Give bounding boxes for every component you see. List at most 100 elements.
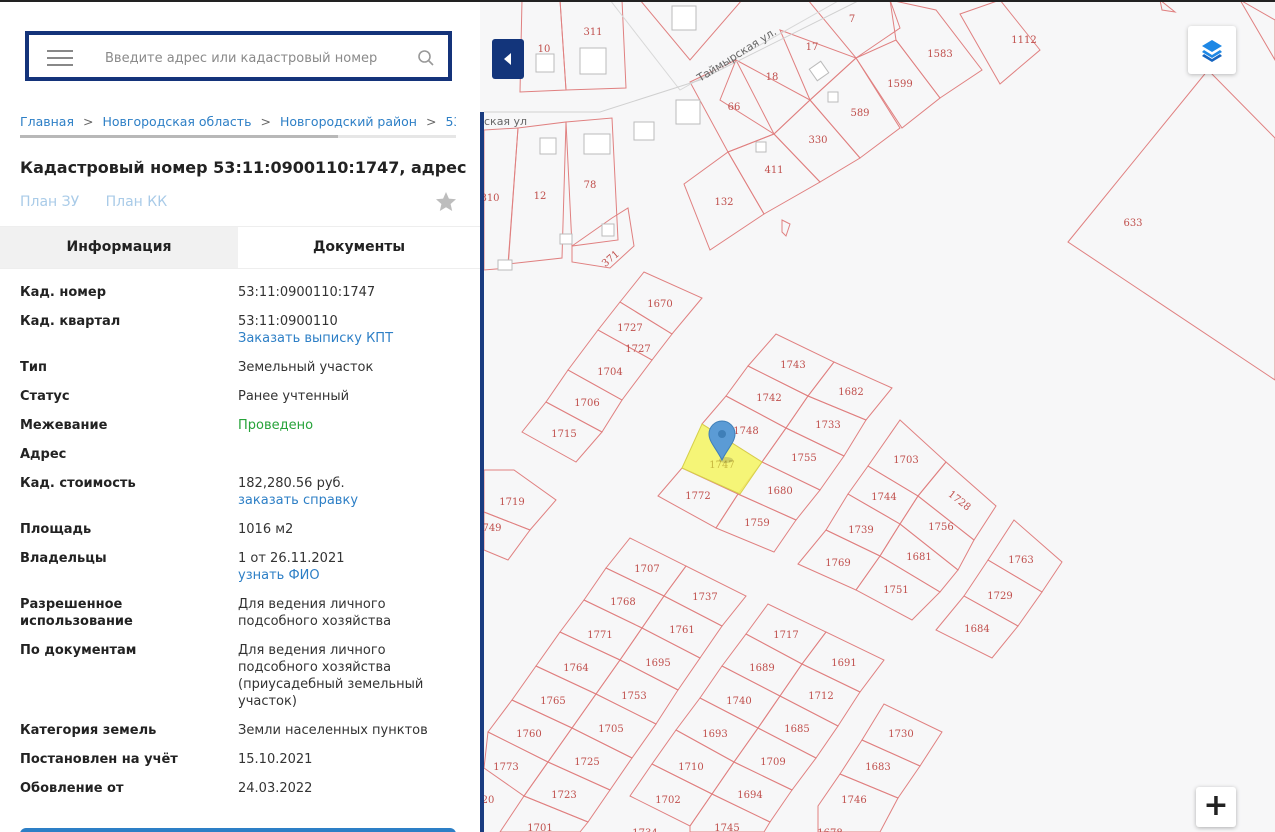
hamburger-icon[interactable] (47, 50, 73, 68)
parcel-label: 1710 (678, 762, 703, 773)
breadcrumb-item-region[interactable]: Новгородская область (102, 114, 251, 129)
parcel-label: 1683 (865, 762, 890, 773)
parcel-7 (807, 0, 901, 59)
breadcrumb-item-quarter[interactable]: 53:11:0900110 (445, 114, 456, 129)
row-value: Для ведения личного подсобного хозяйства… (238, 643, 424, 709)
parcel-label: 1764 (563, 663, 588, 674)
parcel-label: 1599 (887, 79, 912, 90)
parcel-label: 1740 (726, 696, 751, 707)
panel-divider (480, 112, 484, 832)
plus-icon: + (1203, 788, 1229, 823)
owner-name-link[interactable]: узнать ФИО (238, 567, 460, 584)
info-row-status: Статус Ранее учтенный (20, 388, 460, 405)
parcel-label: 1682 (838, 387, 863, 398)
parcel-label: 1583 (927, 49, 952, 60)
parcel-label: 1734 (632, 828, 657, 832)
page-title: Кадастровый номер 53:11:0900110:1747, ад… (20, 158, 467, 177)
parcel-label: 1695 (645, 658, 670, 669)
row-label: Тип (20, 360, 47, 375)
order-button[interactable] (20, 828, 456, 832)
plan-kk-link[interactable]: План КК (106, 194, 168, 210)
info-row-cad-cost: Кад. стоимость 182,280.56 руб. заказать с… (20, 475, 460, 509)
tab-info[interactable]: Информация (0, 227, 238, 268)
info-row-type: Тип Земельный участок (20, 359, 460, 376)
parcel-label: 1703 (893, 455, 918, 466)
parcel-label: 1706 (574, 398, 599, 409)
layers-icon (1202, 40, 1222, 62)
breadcrumb-item-district[interactable]: Новгородский район (280, 114, 417, 129)
parcel-749 (483, 511, 531, 561)
parcel-label: 1742 (756, 393, 781, 404)
parcel-label: 1704 (597, 367, 622, 378)
plan-zu-link[interactable]: План ЗУ (20, 194, 79, 210)
breadcrumb-scrollbar[interactable] (20, 135, 456, 138)
parcel-label: 1727 (617, 323, 642, 334)
parcel-label: 311 (583, 27, 602, 38)
parcel-label: 1705 (598, 724, 623, 735)
parcel-label: 1751 (883, 585, 908, 596)
row-label: Постановлен на учёт (20, 752, 178, 767)
info-tabs: Информация Документы (0, 226, 480, 269)
zoom-in-button[interactable]: + (1196, 787, 1236, 827)
parcel-label: 18 (766, 72, 779, 83)
row-label: Адрес (20, 447, 67, 462)
row-value: 1016 м2 (238, 522, 294, 537)
parcel-label: 17 (806, 42, 819, 53)
tab-documents[interactable]: Документы (238, 227, 480, 268)
row-value: Для ведения личного подсобного хозяйства (238, 597, 392, 629)
parcel-label: 1701 (527, 823, 552, 832)
order-certificate-link[interactable]: заказать справку (238, 492, 460, 509)
info-row-survey: Межевание Проведено (20, 417, 460, 434)
parcel-label: 1715 (551, 429, 576, 440)
info-list: Кад. номер 53:11:0900110:1747 Кад. кварт… (20, 284, 460, 809)
street-label-partial: ская ул (484, 115, 527, 128)
row-label: Кад. номер (20, 285, 107, 300)
plan-links: План ЗУ План КК (20, 194, 189, 210)
top-border (0, 0, 1275, 2)
parcel-label: 1759 (744, 518, 769, 529)
chevron-left-icon (504, 53, 511, 65)
parcel-label: 1761 (669, 625, 694, 636)
search-bar (25, 31, 452, 81)
parcel-label: 1729 (987, 591, 1012, 602)
parcel-label: 1719 (499, 497, 524, 508)
parcel-label: 1727 (625, 344, 650, 355)
row-value: 1 от 26.11.2021 (238, 551, 345, 566)
parcel-label: 1765 (540, 696, 565, 707)
parcel-311 (559, 0, 627, 91)
breadcrumb-separator: > (83, 114, 94, 129)
row-label: Категория земель (20, 723, 157, 738)
row-value: Ранее учтенный (238, 389, 350, 404)
parcel-label: 1743 (780, 360, 805, 371)
parcel-label: 1678 (817, 828, 842, 832)
row-label: Обовление от (20, 781, 124, 796)
layers-button[interactable] (1188, 26, 1236, 74)
parcel-label: 633 (1123, 218, 1142, 229)
row-label: Кад. квартал (20, 314, 121, 329)
parcel-label: 66 (728, 102, 741, 113)
breadcrumb-separator: > (260, 114, 271, 129)
row-value: 53:11:0900110:1747 (238, 285, 376, 300)
info-panel: Главная > Новгородская область > Новгородски… (0, 0, 480, 832)
info-row-address: Адрес (20, 446, 460, 463)
order-kpt-link[interactable]: Заказать выписку КПТ (238, 330, 460, 347)
collapse-panel-button[interactable] (492, 39, 524, 79)
parcel-label: 1707 (634, 564, 659, 575)
parcel-633 (1067, 69, 1275, 381)
parcel-label: 1709 (760, 757, 785, 768)
row-value: 24.03.2022 (238, 781, 313, 796)
parcel-label: 1760 (516, 729, 541, 740)
parcel-label: 1685 (784, 724, 809, 735)
parcel-label: 411 (764, 165, 783, 176)
parcel-label: 1680 (767, 486, 792, 497)
star-icon[interactable] (434, 190, 458, 214)
parcel-1704 (567, 329, 653, 401)
status-badge: Проведено (238, 418, 314, 433)
search-input[interactable] (103, 45, 397, 71)
row-label: Владельцы (20, 551, 107, 566)
row-value: 15.10.2021 (238, 752, 313, 767)
search-icon[interactable] (417, 49, 435, 67)
breadcrumb-item-home[interactable]: Главная (20, 114, 74, 129)
row-value: 182,280.56 руб. (238, 476, 345, 491)
parcel-label: 132 (714, 197, 733, 208)
